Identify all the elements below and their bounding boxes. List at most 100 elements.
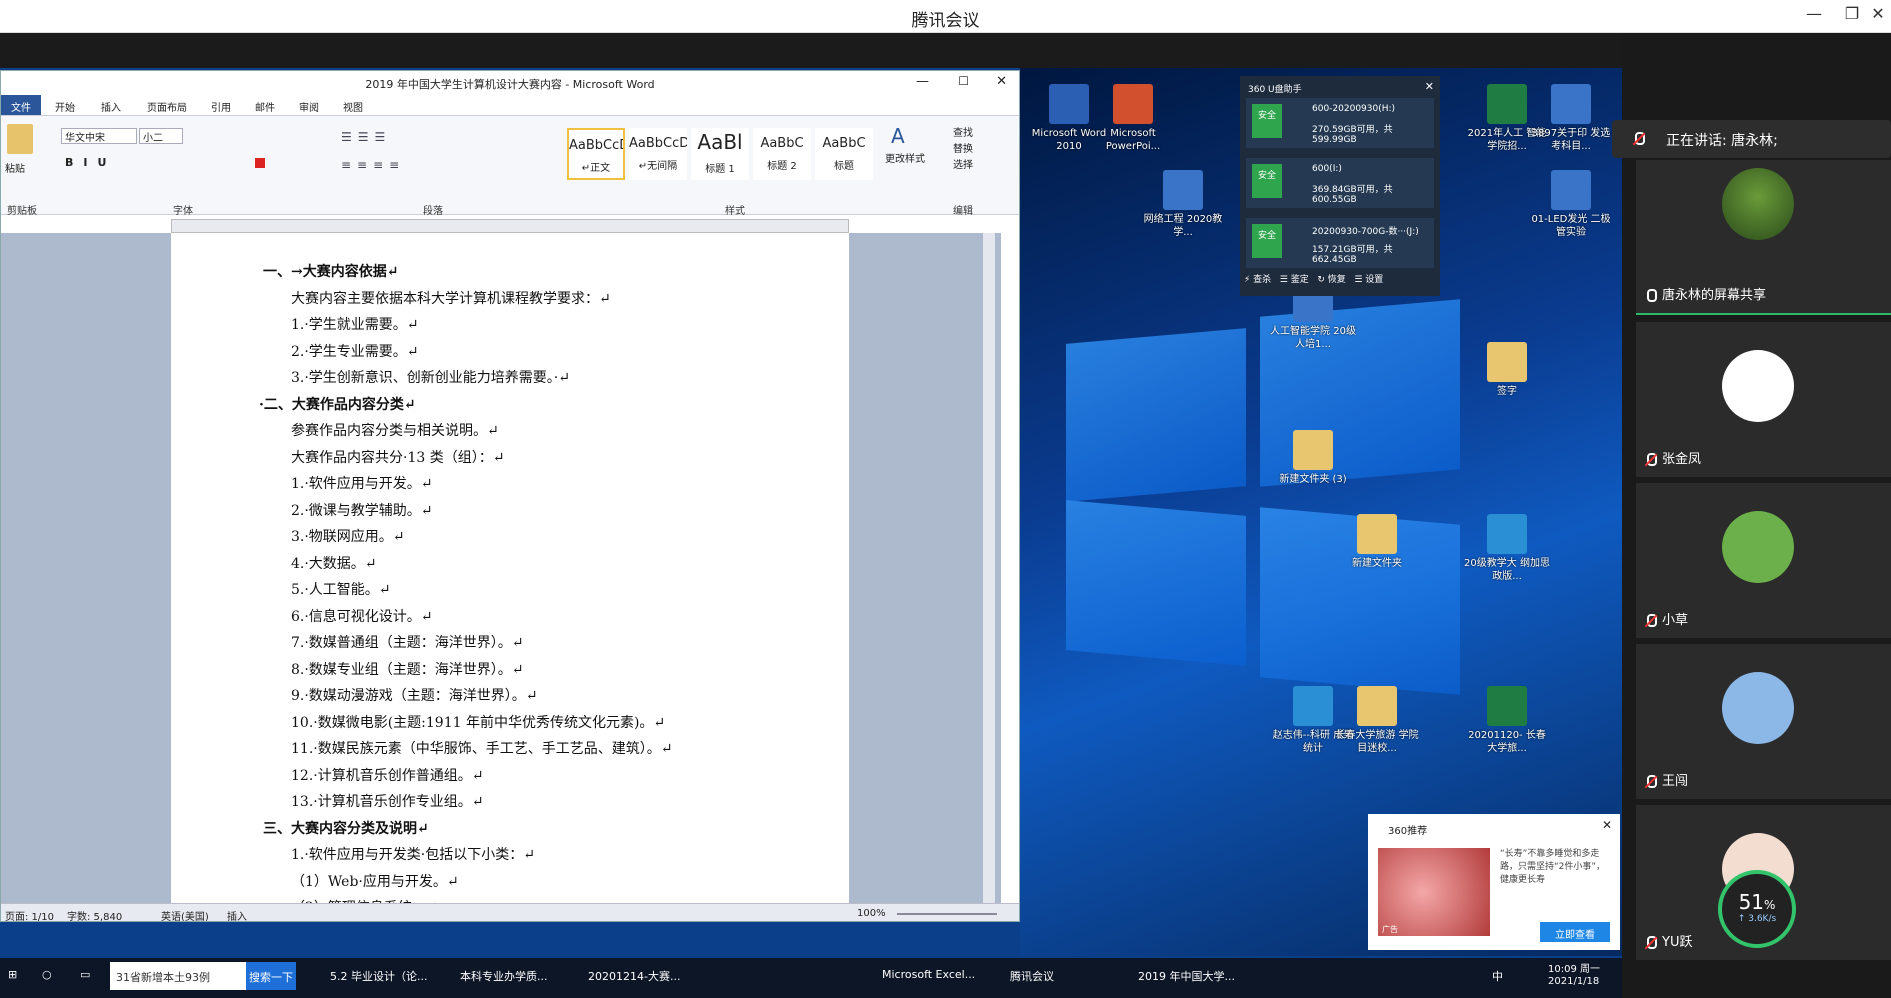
desktop-icon[interactable]: 新建文件夹: [1334, 514, 1420, 570]
usb-drive[interactable]: 安全 20200930-700G-数···(J:) 157.21GB可用，共662.…: [1246, 218, 1434, 268]
taskbar-item[interactable]: 本科专业办学质...: [460, 968, 548, 984]
change-styles-icon[interactable]: A: [891, 124, 905, 148]
document-line[interactable]: 7.·数媒普通组（主题：海洋世界）。↵: [291, 632, 524, 652]
usb-drive[interactable]: 安全 600-20200930(H:) 270.59GB可用，共599.99GB: [1246, 98, 1434, 148]
start-button[interactable]: ⊞: [8, 968, 17, 981]
taskbar-search-button[interactable]: 搜索一下: [246, 962, 296, 990]
style-option[interactable]: AaBbC 标题: [815, 128, 873, 180]
usb-helper-close-button[interactable]: ✕: [1425, 80, 1434, 93]
document-line[interactable]: 参赛作品内容分类与相关说明。↵: [291, 420, 499, 440]
ad-image[interactable]: [1378, 848, 1490, 936]
font-color-icon[interactable]: [255, 158, 265, 168]
style-option[interactable]: AaBl 标题 1: [691, 128, 749, 180]
desktop-icon[interactable]: 20级教学大 纲加思政版...: [1464, 514, 1550, 583]
tab-home[interactable]: 开始: [55, 99, 75, 114]
desktop-icon[interactable]: 签字: [1464, 342, 1550, 398]
usb-helper-panel[interactable]: 360 U盘助手 ✕ 安全 600-20200930(H:) 270.59GB可用，…: [1240, 76, 1440, 296]
document-line[interactable]: 6.·信息可视化设计。↵: [291, 606, 433, 626]
desktop-icon[interactable]: 新建文件夹 (3): [1270, 430, 1356, 486]
usb-action-check[interactable]: ☰ 鉴定: [1280, 275, 1309, 285]
document-area[interactable]: 一、→大赛内容依据↵ 大赛内容主要依据本科大学计算机课程教学要求：↵ 1.·学生就业…: [1, 233, 1001, 921]
document-line[interactable]: 3.·物联网应用。↵: [291, 526, 405, 546]
document-page[interactable]: 一、→大赛内容依据↵ 大赛内容主要依据本科大学计算机课程教学要求：↵ 1.·学生就业…: [171, 233, 849, 921]
tab-view[interactable]: 视图: [343, 99, 363, 114]
document-line[interactable]: 大赛作品内容共分·13 类（组）：↵: [291, 447, 504, 467]
document-line[interactable]: 2.·学生专业需要。↵: [291, 341, 419, 361]
participant-tile[interactable]: 张金凤: [1636, 322, 1891, 477]
font-size-select[interactable]: 小二: [139, 128, 183, 144]
replace-button[interactable]: 替换: [953, 140, 973, 155]
desktop-icon[interactable]: 长春大学旅游 学院目迷校...: [1334, 686, 1420, 755]
zoom-slider[interactable]: [897, 913, 997, 915]
font-format-buttons[interactable]: BIU: [65, 156, 116, 169]
paste-icon[interactable]: [7, 124, 33, 154]
document-line[interactable]: 一、→大赛内容依据↵: [263, 261, 398, 281]
document-line[interactable]: 9.·数媒动漫游戏（主题：海洋世界）。↵: [291, 685, 538, 705]
document-line[interactable]: 8.·数媒专业组（主题：海洋世界）。↵: [291, 659, 524, 679]
document-line[interactable]: 3.·学生创新意识、创新创业能力培养需要。·↵: [291, 367, 570, 387]
document-line[interactable]: 1.·学生就业需要。↵: [291, 314, 419, 334]
participant-tile[interactable]: 王闯: [1636, 644, 1891, 799]
view-now-button[interactable]: 立即查看: [1540, 922, 1610, 942]
document-line[interactable]: 三、大赛内容分类及说明↵: [263, 818, 429, 838]
participant-tile-sharer[interactable]: 唐永林的屏幕共享: [1636, 160, 1891, 315]
document-line[interactable]: 1.·软件应用与开发。↵: [291, 473, 433, 493]
document-line[interactable]: 12.·计算机音乐创作普通组。↵: [291, 765, 483, 785]
document-line[interactable]: ·二、大赛作品内容分类↵: [259, 394, 416, 414]
align-buttons[interactable]: ≡≡≡≡: [341, 158, 405, 172]
clock-time[interactable]: 10:09 周一: [1548, 960, 1600, 975]
desktop-icon[interactable]: Microsoft PowerPoi...: [1090, 84, 1176, 153]
recommend-close-button[interactable]: ✕: [1602, 818, 1612, 832]
recommend-popup[interactable]: 360推荐 ✕ 广告 “长寿”不靠多睡觉和多走路，只需坚持“2件小事”，健康更长…: [1368, 814, 1620, 950]
tab-insert[interactable]: 插入: [101, 99, 121, 114]
word-maximize-button[interactable]: ☐: [958, 74, 969, 88]
taskbar-item[interactable]: Microsoft Excel...: [882, 968, 975, 981]
document-line[interactable]: 13.·计算机音乐创作专业组。↵: [291, 791, 483, 811]
font-name-select[interactable]: 华文中宋: [61, 128, 137, 144]
change-styles-label[interactable]: 更改样式: [885, 150, 925, 165]
ime-indicator[interactable]: 中: [1492, 968, 1503, 984]
document-line[interactable]: 11.·数媒民族元素（中华服饰、手工艺、手工艺品、建筑）。↵: [291, 738, 672, 758]
document-line[interactable]: 1.·软件应用与开发类·包括以下小类：↵: [291, 844, 535, 864]
usb-action-settings[interactable]: ☰ 设置: [1354, 275, 1383, 285]
list-buttons[interactable]: ☰☰☰: [341, 130, 391, 144]
usb-actions[interactable]: ⚡ 查杀 ☰ 鉴定 ↻ 恢复 ☰ 设置: [1244, 272, 1436, 285]
taskbar-item[interactable]: 5.2 毕业设计（论...: [330, 968, 427, 984]
desktop-icon[interactable]: 3897关于印 发选考科目...: [1528, 84, 1614, 153]
insert-mode[interactable]: 插入: [227, 908, 247, 921]
taskbar-search-input[interactable]: 31省新增本土93例: [110, 962, 246, 990]
minimize-button[interactable]: —: [1802, 4, 1826, 23]
usb-drive[interactable]: 安全 600(I:) 369.84GB可用，共600.55GB: [1246, 158, 1434, 208]
desktop-icon[interactable]: 20201120- 长春大学旅...: [1464, 686, 1550, 755]
maximize-button[interactable]: ❐: [1840, 4, 1864, 23]
document-line[interactable]: 5.·人工智能。↵: [291, 579, 391, 599]
style-option[interactable]: AaBbCcDi ↵正文: [567, 128, 625, 180]
word-minimize-button[interactable]: —: [916, 74, 929, 89]
document-line[interactable]: 大赛内容主要依据本科大学计算机课程教学要求：↵: [291, 288, 611, 308]
usb-action-scan[interactable]: ⚡ 查杀: [1244, 275, 1271, 285]
tab-review[interactable]: 审阅: [299, 99, 319, 114]
document-line[interactable]: 2.·微课与教学辅助。↵: [291, 500, 433, 520]
network-speed-widget[interactable]: 51% ↑ 3.6K/s: [1718, 870, 1796, 948]
taskbar-item[interactable]: 20201214-大赛...: [588, 968, 680, 984]
tab-file[interactable]: 文件: [1, 95, 41, 115]
document-line[interactable]: （1）Web·应用与开发。↵: [291, 871, 459, 891]
document-line[interactable]: 4.·大数据。↵: [291, 553, 377, 573]
close-button[interactable]: ✕: [1866, 4, 1890, 23]
horizontal-ruler[interactable]: [171, 219, 849, 233]
word-close-button[interactable]: ✕: [996, 74, 1007, 89]
participant-tile[interactable]: 小草: [1636, 483, 1891, 638]
taskbar-item[interactable]: 腾讯会议: [1010, 968, 1054, 984]
desktop-icon[interactable]: 01-LED发光 二极管实验: [1528, 170, 1614, 239]
style-option[interactable]: AaBbC 标题 2: [753, 128, 811, 180]
clock-date[interactable]: 2021/1/18: [1548, 976, 1599, 987]
document-line[interactable]: 10.·数媒微电影(主题:1911 年前中华优秀传统文化元素)。↵: [291, 712, 665, 732]
tab-mailings[interactable]: 邮件: [255, 99, 275, 114]
task-view-icon[interactable]: ▭: [80, 968, 90, 981]
taskbar-item[interactable]: 2019 年中国大学...: [1138, 968, 1235, 984]
tab-references[interactable]: 引用: [211, 99, 231, 114]
language[interactable]: 英语(美国): [161, 908, 209, 921]
tab-layout[interactable]: 页面布局: [147, 99, 187, 114]
select-button[interactable]: 选择: [953, 156, 973, 171]
search-icon[interactable]: ○: [42, 968, 52, 981]
